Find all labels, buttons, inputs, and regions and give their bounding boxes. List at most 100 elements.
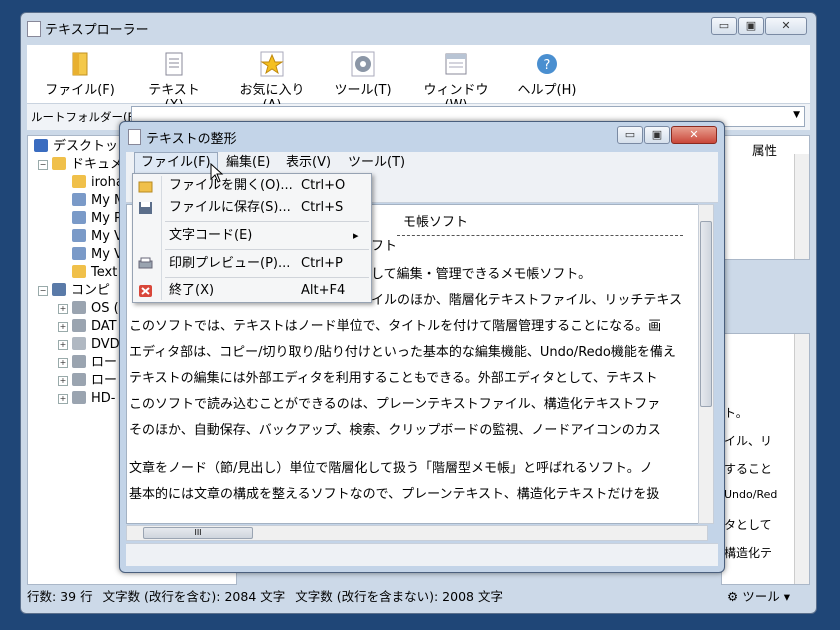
menu-tools[interactable]: ツール(T) [342,152,411,174]
dialog-status-bar [126,543,718,566]
expand-icon[interactable]: + [58,376,68,386]
menu-item-open-file[interactable]: ファイルを開く(O)... Ctrl+O [133,175,371,197]
expand-icon[interactable]: + [58,358,68,368]
tree-item-label: OS ( [91,301,119,316]
menu-separator [165,277,369,278]
tree-item-iroha[interactable]: iroha [72,174,124,192]
exit-icon [139,285,152,297]
collapse-icon[interactable]: − [38,286,48,296]
drive-icon [72,319,86,332]
tree-item-label: DVD [91,337,120,352]
menu-item-exit[interactable]: 終了(X) Alt+F4 [133,280,371,302]
file-menu-dropdown: ファイルを開く(O)... Ctrl+O ファイルに保存(S)... Ctrl+… [132,173,372,303]
toolbar-tools-button[interactable]: ツール(T) [333,49,393,101]
file-list: 属性 [721,135,810,260]
toolbar-help-label: ヘルプ(H) [517,83,577,98]
column-header-attributes[interactable]: 属性 [752,140,777,159]
vertical-scroll-thumb[interactable] [700,221,712,407]
toolbar-text-button[interactable]: テキスト(X) [139,49,209,113]
preview-line: イル、リ [724,434,773,448]
collapse-icon[interactable]: − [38,160,48,170]
editor-vertical-scrollbar[interactable] [698,204,714,524]
desktop-icon [34,139,48,152]
tree-item-local-drive-2[interactable]: + ロー [58,372,117,390]
menu-view[interactable]: 表示(V) [280,152,337,174]
tree-item-os-drive[interactable]: + OS ( [58,300,119,318]
preview-scrollbar[interactable] [794,334,809,584]
tree-item-documents[interactable]: − ドキュメ [38,156,123,174]
tree-item-text[interactable]: Text [72,264,117,282]
tree-item-label: My P [91,211,122,226]
line-count: 行数: 39 行 [27,589,93,604]
editor-line: モ帳ソフト [403,215,469,230]
mouse-cursor-icon [210,163,224,183]
expand-icon[interactable]: + [58,322,68,332]
expand-icon[interactable]: + [58,304,68,314]
menu-separator [165,249,369,250]
star-icon [260,51,284,77]
editor-line: エディタ部は、コピー/切り取り/貼り付けといった基本的な編集機能、Undo/Re… [129,345,676,360]
dialog-maximize-button[interactable]: ▣ [644,126,670,144]
tree-item-local-drive-1[interactable]: + ロー [58,354,117,372]
save-icon [139,202,152,214]
tree-item-my-v1[interactable]: My V [72,228,123,246]
shortcut-folder-icon [72,193,86,206]
menu-separator [165,221,369,222]
maximize-button[interactable]: ▣ [738,17,764,35]
char-count-with-newline: 文字数 (改行を含む): 2084 文字 [102,589,286,604]
editor-line: このソフトで読み込むことができるのは、プレーンテキストファイル、構造化テキストフ… [129,397,661,412]
tree-item-my-v2[interactable]: My V [72,246,123,264]
editor-horizontal-scrollbar[interactable]: III [126,525,708,541]
status-tools-button[interactable]: ⚙ ツール ▾ [727,585,790,609]
tree-item-hd-drive[interactable]: + HD- [58,390,115,408]
folder-icon [72,175,86,188]
menu-item-print-preview[interactable]: 印刷プレビュー(P)... Ctrl+P [133,253,371,275]
expand-icon[interactable]: + [58,394,68,404]
shortcut-folder-icon [72,247,86,260]
editor-line: そのほか、自動保存、バックアップ、検索、クリップボードの監視、ノードアイコンのカ… [129,423,661,438]
preview-line: 構造化テ [724,546,773,560]
submenu-arrow-icon: ▸ [353,229,359,242]
tree-item-my-p[interactable]: My P [72,210,122,228]
tree-item-computer[interactable]: − コンピ [38,282,110,300]
toolbar-window-button[interactable]: ウィンドウ(W) [413,49,499,113]
dvd-icon [72,337,86,350]
dialog-close-button[interactable]: ✕ [671,126,717,144]
document-icon [165,52,183,76]
status-tools-label: ツール [742,589,780,604]
editor-line: このソフトでは、テキストはノード単位で、タイトルを付けて階層管理することになる。… [129,319,662,334]
horizontal-scroll-thumb[interactable]: III [143,527,253,539]
preview-line: タとして [724,518,772,532]
menu-item-encoding[interactable]: 文字コード(E) ▸ [133,225,371,247]
menu-item-save-file[interactable]: ファイルに保存(S)... Ctrl+S [133,197,371,219]
menu-item-shortcut: Alt+F4 [301,283,346,298]
dialog-minimize-button[interactable]: ▭ [617,126,643,144]
tree-item-label: ロー [91,355,118,370]
preview-line: ト。 [724,406,748,420]
open-folder-icon [138,181,153,193]
computer-icon [52,283,66,296]
editor-line: 文章をノード（節/見出し）単位で階層化して扱う「階層型メモ帳」と呼ばれるソフト。… [129,461,653,476]
file-list-scrollbar[interactable] [794,154,809,259]
menu-edit[interactable]: 編集(E) [220,152,276,174]
tree-item-label: ロー [91,373,118,388]
tree-item-desktop[interactable]: デスクトップ [34,138,131,156]
toolbar-file-button[interactable]: ファイル(F) [45,49,115,101]
menu-item-label: 終了(X) [169,283,215,298]
tree-item-my-m[interactable]: My M [72,192,125,210]
tree-item-data-drive[interactable]: + DAT [58,318,117,336]
toolbar-favorites-button[interactable]: お気に入り(A) [231,49,313,113]
tree-item-dvd-drive[interactable]: + DVD [58,336,120,354]
minimize-button[interactable]: ▭ [711,17,737,35]
expand-icon[interactable]: + [58,340,68,350]
preview-line: すること [724,462,773,476]
menu-item-label: ファイルを開く(O)... [169,178,293,193]
toolbar-help-button[interactable]: ? ヘルプ(H) [517,49,577,101]
menu-item-label: ファイルに保存(S)... [169,200,291,215]
menu-item-shortcut: Ctrl+S [301,200,344,215]
editor-line: して編集・管理できるメモ帳ソフト。 [371,267,592,282]
menu-file[interactable]: ファイル(F) [134,152,218,174]
close-button[interactable]: ✕ [765,17,807,35]
editor-line: 基本的には文章の構成を整えるソフトなので、プレーンテキスト、構造化テキストだけを… [129,487,660,502]
toolbar-tools-label: ツール(T) [334,83,392,98]
